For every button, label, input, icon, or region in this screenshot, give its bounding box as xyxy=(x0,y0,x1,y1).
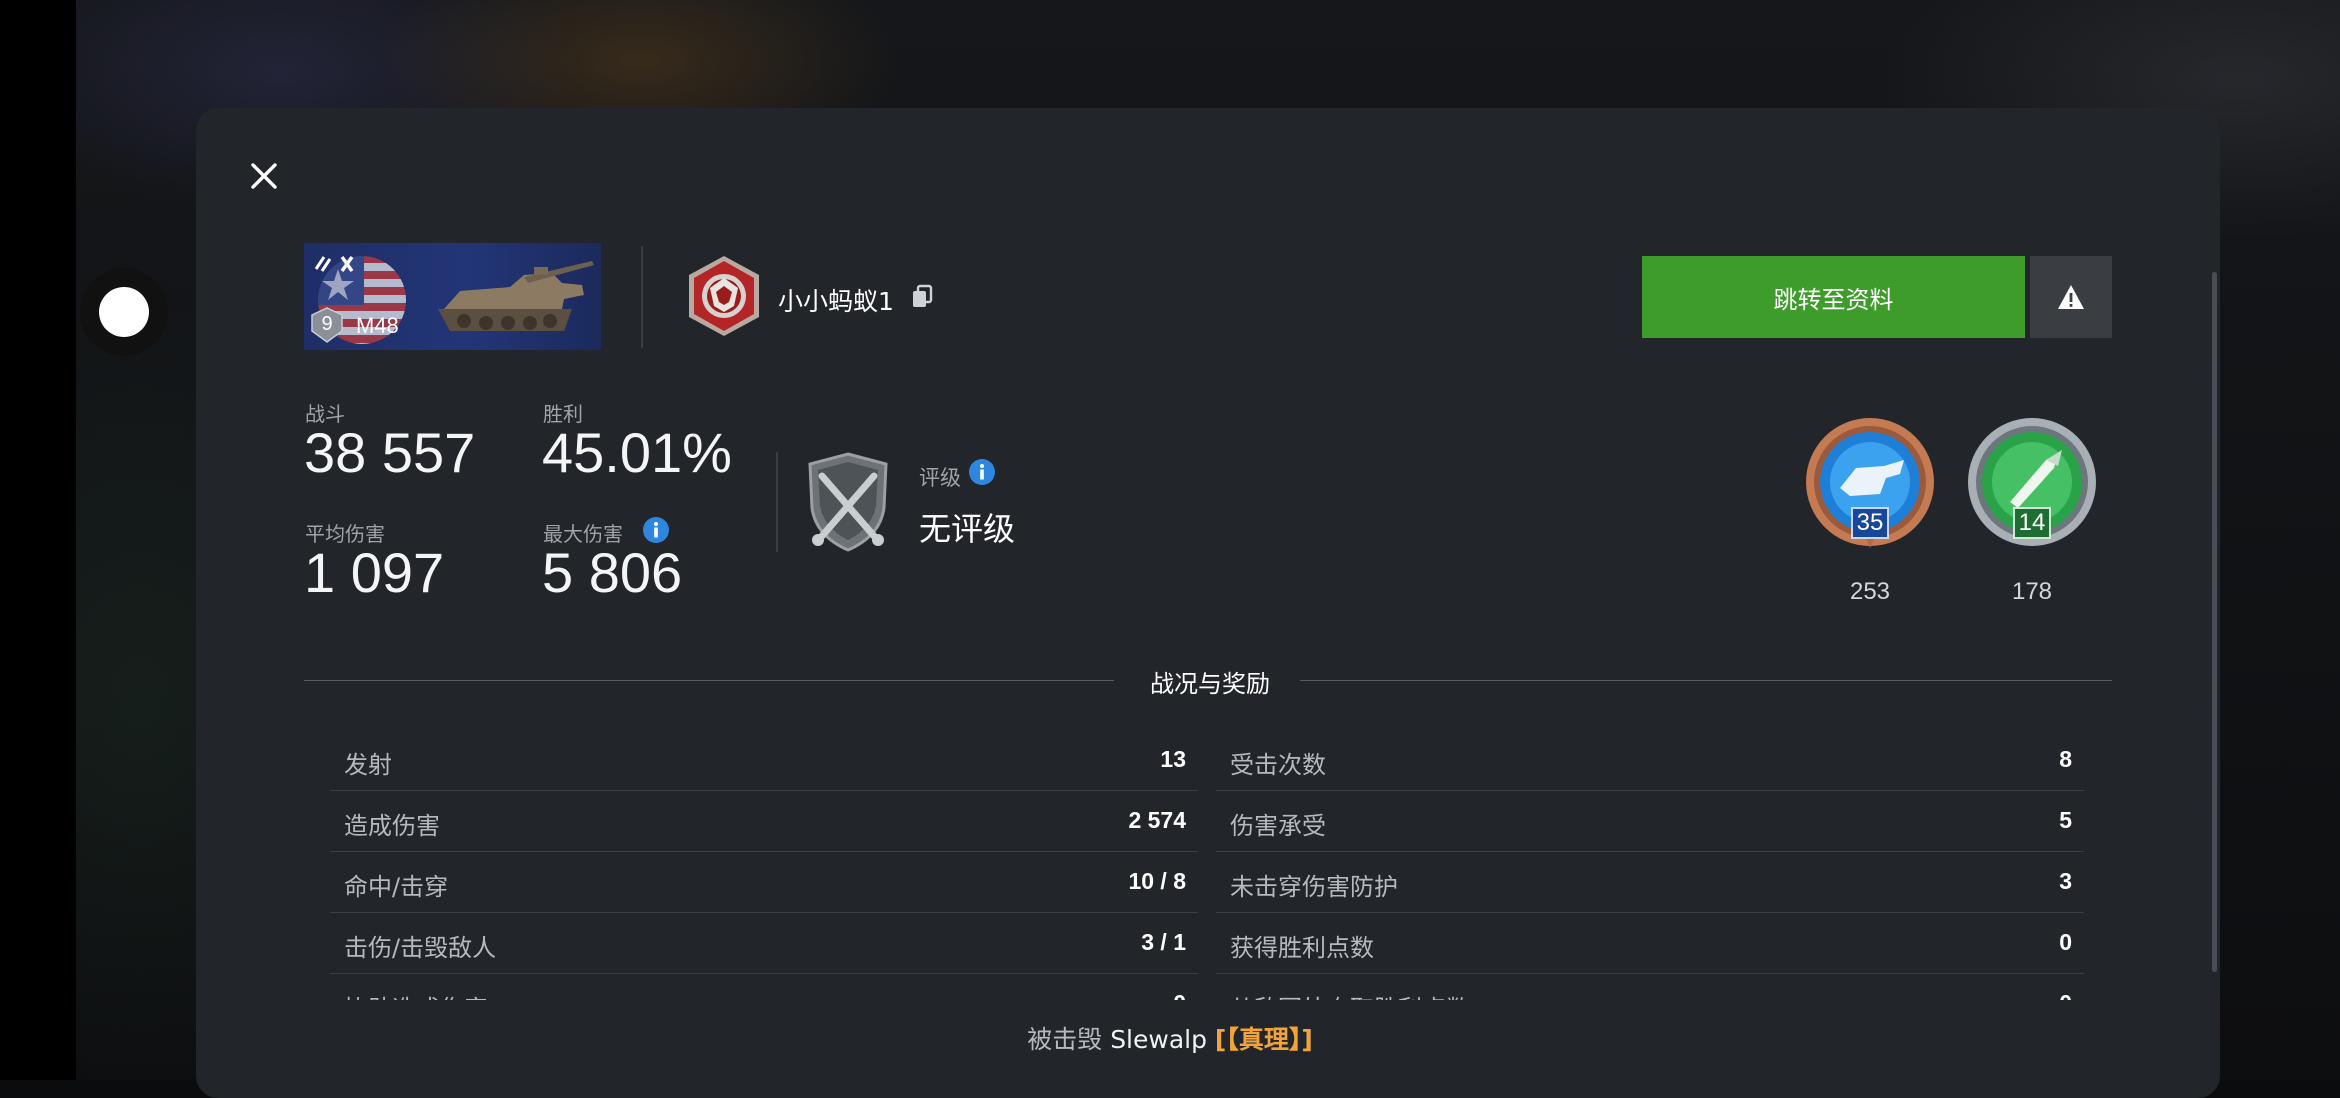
row-value: 3 xyxy=(2059,868,2072,894)
header-divider xyxy=(641,246,643,348)
winrate-value: 45.01% xyxy=(542,421,732,484)
destroyed-by-footer: 被击毁 Slewalp [【真理】] xyxy=(0,1020,2340,1056)
row-value: 2 574 xyxy=(1128,807,1186,833)
tank-medal-icon[interactable]: 35 xyxy=(1800,416,1940,556)
goto-profile-button[interactable]: 跳转至资料 xyxy=(1642,256,2025,338)
table-row: 未击穿伤害防护 3 xyxy=(1216,852,2084,913)
table-row: 获得胜利点数 0 xyxy=(1216,913,2084,974)
stats-table-viewport[interactable]: 发射 13 造成伤害 2 574 命中/击穿 10 / 8 击伤/击毁敌人 3 / 1 … xyxy=(0,730,2340,1000)
heavy-tank-class-icon xyxy=(314,256,354,272)
table-row: 击伤/击毁敌人 3 / 1 xyxy=(330,913,1198,974)
row-value: 8 xyxy=(2059,746,2072,772)
killer-name[interactable]: Slewalp xyxy=(1110,1025,1207,1054)
shell-medal-icon[interactable]: 14 xyxy=(1962,416,2102,556)
table-row: 伤害承受 5 xyxy=(1216,791,2084,852)
close-icon xyxy=(251,163,277,189)
row-label: 伤害承受 xyxy=(1230,812,1326,840)
medal-count: 253 xyxy=(1849,578,1891,605)
floating-assist-button[interactable] xyxy=(80,268,168,356)
row-value: 0 xyxy=(2059,929,2072,955)
row-label: 造成伤害 xyxy=(344,812,440,840)
close-button[interactable] xyxy=(244,156,284,196)
killer-clan: [【真理】] xyxy=(1214,1025,1313,1054)
table-row: 受击次数 8 xyxy=(1216,730,2084,791)
section-divider-right xyxy=(1300,680,2112,681)
row-label: 受击次数 xyxy=(1230,751,1326,779)
row-label: 发射 xyxy=(344,751,392,779)
row-label: 从敌军处夺取胜利点数 xyxy=(1230,989,1470,1000)
row-label: 击伤/击毁敌人 xyxy=(344,934,497,962)
tank-name: M48 xyxy=(356,313,399,338)
avg-damage-value: 1 097 xyxy=(304,541,445,604)
copy-icon[interactable] xyxy=(910,284,934,310)
row-label: 协助造成伤害 xyxy=(344,989,488,1000)
tier-badge: 9 xyxy=(310,307,344,343)
medal-level: 35 xyxy=(1857,509,1884,536)
table-row: 协助造成伤害 0 xyxy=(330,974,1198,1000)
row-label: 命中/击穿 xyxy=(344,873,449,901)
tank-m48-image xyxy=(438,261,594,331)
row-value: 10 / 8 xyxy=(1128,868,1186,894)
rating-label: 评级 xyxy=(919,466,961,490)
warning-icon xyxy=(2058,285,2084,309)
section-divider-left xyxy=(304,680,1114,681)
destroyed-by-label: 被击毁 xyxy=(1027,1025,1103,1054)
rating-shield-icon xyxy=(808,452,888,552)
row-value: 5 xyxy=(2059,807,2072,833)
row-label: 未击穿伤害防护 xyxy=(1230,873,1398,901)
section-title: 战况与奖励 xyxy=(1150,670,1270,698)
right-stats-table: 受击次数 8 伤害承受 5 未击穿伤害防护 3 获得胜利点数 0 从敌军处夺取胜利点数 0 xyxy=(1216,730,2084,1000)
table-row: 从敌军处夺取胜利点数 0 xyxy=(1216,974,2084,1000)
row-value: 3 / 1 xyxy=(1141,929,1186,955)
table-row: 造成伤害 2 574 xyxy=(330,791,1198,852)
rating-info-icon[interactable] xyxy=(968,458,996,486)
stats-divider xyxy=(776,452,778,552)
row-value: 0 xyxy=(2059,990,2072,1000)
table-row: 发射 13 xyxy=(330,730,1198,791)
medal-count: 178 xyxy=(2011,578,2053,605)
medal-level: 14 xyxy=(2019,509,2046,536)
tank-tier: 9 xyxy=(321,313,333,335)
player-name: 小小蚂蚁1 xyxy=(778,287,894,316)
report-button[interactable] xyxy=(2030,256,2112,338)
row-value: 13 xyxy=(1160,746,1186,772)
player-emblem-icon[interactable] xyxy=(686,254,762,338)
rating-value: 无评级 xyxy=(919,510,1016,548)
left-stats-table: 发射 13 造成伤害 2 574 命中/击穿 10 / 8 击伤/击毁敌人 3 / 1 … xyxy=(330,730,1198,1000)
tank-card[interactable]: 9 M48 xyxy=(304,243,601,350)
table-row: 命中/击穿 10 / 8 xyxy=(330,852,1198,913)
row-value: 0 xyxy=(1173,990,1186,1000)
battles-value: 38 557 xyxy=(304,421,476,484)
row-label: 获得胜利点数 xyxy=(1230,934,1374,962)
max-damage-value: 5 806 xyxy=(542,541,683,604)
